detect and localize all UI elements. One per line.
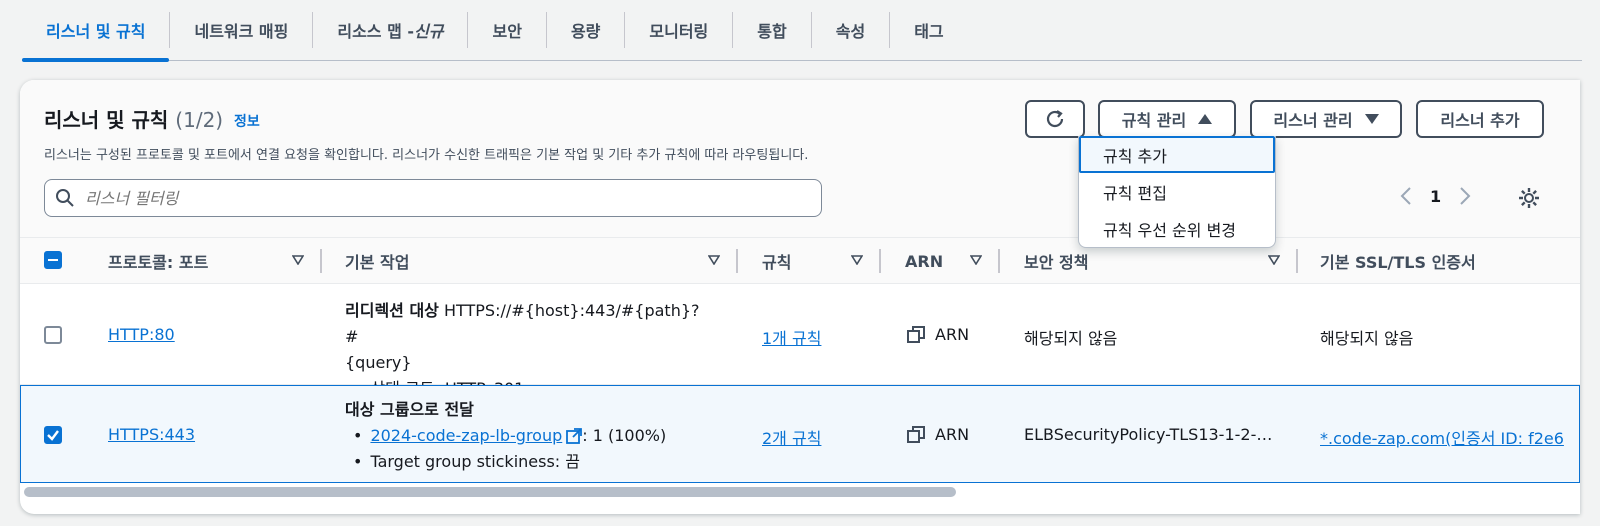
security-policy-cell: 해당되지 않음 xyxy=(1024,329,1118,348)
header-arn[interactable]: ARN xyxy=(905,238,943,284)
tab-bar: 리스너 및 규칙 네트워크 매핑 리소스 맵 - 신규 보안 용량 모니터링 통… xyxy=(22,0,1582,62)
listeners-panel: 리스너 및 규칙 (1/2) 정보 리스너는 구성된 프로토콜 및 포트에서 연… xyxy=(20,80,1580,514)
table-header: 프로토콜: 포트 기본 작업 규칙 ARN 보안 정책 기본 SSL/TLS 인… xyxy=(20,238,1580,284)
target-weight: : 1 (100%) xyxy=(582,426,667,445)
menu-item-add-rule[interactable]: 규칙 추가 xyxy=(1079,136,1275,173)
check-icon xyxy=(47,430,59,441)
sort-icon[interactable] xyxy=(851,255,863,265)
tab-attributes[interactable]: 속성 xyxy=(812,0,889,60)
action-title: 대상 그룹으로 전달 xyxy=(345,400,474,419)
column-divider[interactable] xyxy=(320,249,322,273)
rules-link[interactable]: 1개 규칙 xyxy=(762,325,821,349)
caret-up-icon xyxy=(1198,114,1213,124)
caret-down-icon xyxy=(1364,114,1379,124)
protocol-link[interactable]: HTTP:80 xyxy=(108,325,175,344)
manage-rules-button[interactable]: 규칙 관리 xyxy=(1098,100,1236,138)
header-arn-label: ARN xyxy=(905,251,944,271)
refresh-icon xyxy=(1046,110,1064,128)
copy-icon xyxy=(907,425,925,443)
column-divider[interactable] xyxy=(998,249,1000,273)
tab-network-mapping[interactable]: 네트워크 매핑 xyxy=(170,0,312,60)
header-default-action[interactable]: 기본 작업 xyxy=(345,238,409,284)
header-protocol[interactable]: 프로토콜: 포트 xyxy=(108,238,208,284)
redirect-target-cont: {query} xyxy=(345,353,412,372)
manage-listener-label: 리스너 관리 xyxy=(1273,111,1353,130)
row-checkbox[interactable] xyxy=(44,426,62,444)
chevron-left-icon[interactable] xyxy=(1400,186,1412,206)
column-divider[interactable] xyxy=(1296,249,1298,273)
header-rules[interactable]: 규칙 xyxy=(762,238,791,284)
tab-resource-map-label: 리소스 맵 - xyxy=(337,22,415,41)
tab-monitoring[interactable]: 모니터링 xyxy=(625,0,732,60)
gear-icon[interactable] xyxy=(1517,186,1541,210)
default-action-cell: 대상 그룹으로 전달 2024-code-zap-lb-group : 1 (1… xyxy=(345,397,745,475)
panel-description: 리스너는 구성된 프로토콜 및 포트에서 연결 요청을 확인합니다. 리스너가 … xyxy=(44,148,809,163)
arn-copy[interactable]: ARN xyxy=(907,425,969,444)
tab-resource-map[interactable]: 리소스 맵 - 신규 xyxy=(313,0,467,60)
select-all-checkbox[interactable] xyxy=(44,251,62,269)
horizontal-scrollbar[interactable] xyxy=(24,487,956,497)
chevron-right-icon[interactable] xyxy=(1459,186,1471,206)
arn-label: ARN xyxy=(935,325,970,344)
sort-icon[interactable] xyxy=(970,255,982,265)
table-row[interactable]: HTTP:80 리디렉션 대상 HTTPS://#{host}:443/#{pa… xyxy=(20,284,1580,398)
pagination: 1 xyxy=(1400,186,1471,206)
action-title: 리디렉션 대상 xyxy=(345,301,439,320)
list-item: Target group stickiness: 끔 xyxy=(345,449,745,475)
panel-header: 리스너 및 규칙 (1/2) 정보 리스너는 구성된 프로토콜 및 포트에서 연… xyxy=(20,80,1580,238)
menu-item-edit-rules[interactable]: 규칙 편집 xyxy=(1079,173,1275,210)
search-input[interactable] xyxy=(85,188,785,208)
protocol-link[interactable]: HTTPS:443 xyxy=(108,425,195,444)
manage-rules-label: 규칙 관리 xyxy=(1121,111,1187,130)
default-action-text: 리디렉션 대상 HTTPS://#{host}:443/#{path}?# xyxy=(345,298,705,350)
header-protocol-label: 프로토콜: 포트 xyxy=(108,253,209,272)
listener-filter[interactable] xyxy=(44,179,822,217)
search-icon xyxy=(56,189,74,207)
current-page[interactable]: 1 xyxy=(1430,187,1441,206)
header-default-action-label: 기본 작업 xyxy=(345,253,410,272)
list-item: 2024-code-zap-lb-group : 1 (100%) xyxy=(345,423,745,449)
ssl-cert-link[interactable]: *.code-zap.com(인증서 ID: f2e6 xyxy=(1320,425,1564,449)
panel-title: 리스너 및 규칙 (1/2) xyxy=(44,104,223,133)
header-rules-label: 규칙 xyxy=(762,253,792,272)
header-ssl-cert-label: 기본 SSL/TLS 인증서 xyxy=(1320,253,1476,272)
tab-tags[interactable]: 태그 xyxy=(890,0,967,60)
column-divider[interactable] xyxy=(736,249,738,273)
sort-icon[interactable] xyxy=(1268,255,1280,265)
row-checkbox[interactable] xyxy=(44,326,62,344)
rules-link[interactable]: 2개 규칙 xyxy=(762,425,821,449)
table-row[interactable]: HTTPS:443 대상 그룹으로 전달 2024-code-zap-lb-gr… xyxy=(20,385,1580,483)
stickiness-text: Target group stickiness: 끔 xyxy=(370,452,580,471)
manage-rules-menu: 규칙 추가 규칙 편집 규칙 우선 순위 변경 xyxy=(1078,136,1276,248)
copy-icon xyxy=(907,325,925,343)
header-security-policy-label: 보안 정책 xyxy=(1024,253,1089,272)
column-divider[interactable] xyxy=(879,249,881,273)
refresh-button[interactable] xyxy=(1025,100,1085,138)
add-listener-button[interactable]: 리스너 추가 xyxy=(1416,100,1544,138)
tab-capacity[interactable]: 용량 xyxy=(547,0,624,60)
arn-copy[interactable]: ARN xyxy=(907,325,969,344)
external-link-icon[interactable] xyxy=(566,428,583,444)
tab-listeners-and-rules[interactable]: 리스너 및 규칙 xyxy=(22,0,170,62)
tab-resource-map-new: 신규 xyxy=(414,22,444,41)
tab-integrations[interactable]: 통합 xyxy=(733,0,810,60)
sort-icon[interactable] xyxy=(292,255,304,265)
security-policy-cell: ELBSecurityPolicy-TLS13-1-2-… xyxy=(1024,425,1273,444)
info-link[interactable]: 정보 xyxy=(234,111,260,131)
panel-title-text: 리스너 및 규칙 xyxy=(44,108,169,132)
arn-label: ARN xyxy=(935,425,970,444)
ssl-cert-cell: 해당되지 않음 xyxy=(1320,329,1414,348)
target-group-link[interactable]: 2024-code-zap-lb-group xyxy=(370,423,562,449)
header-ssl-cert[interactable]: 기본 SSL/TLS 인증서 xyxy=(1320,238,1476,284)
manage-listener-button[interactable]: 리스너 관리 xyxy=(1250,100,1402,138)
panel-title-count: (1/2) xyxy=(175,108,224,132)
menu-item-reorder-rules[interactable]: 규칙 우선 순위 변경 xyxy=(1079,210,1275,247)
sort-icon[interactable] xyxy=(708,255,720,265)
tab-security[interactable]: 보안 xyxy=(468,0,545,60)
